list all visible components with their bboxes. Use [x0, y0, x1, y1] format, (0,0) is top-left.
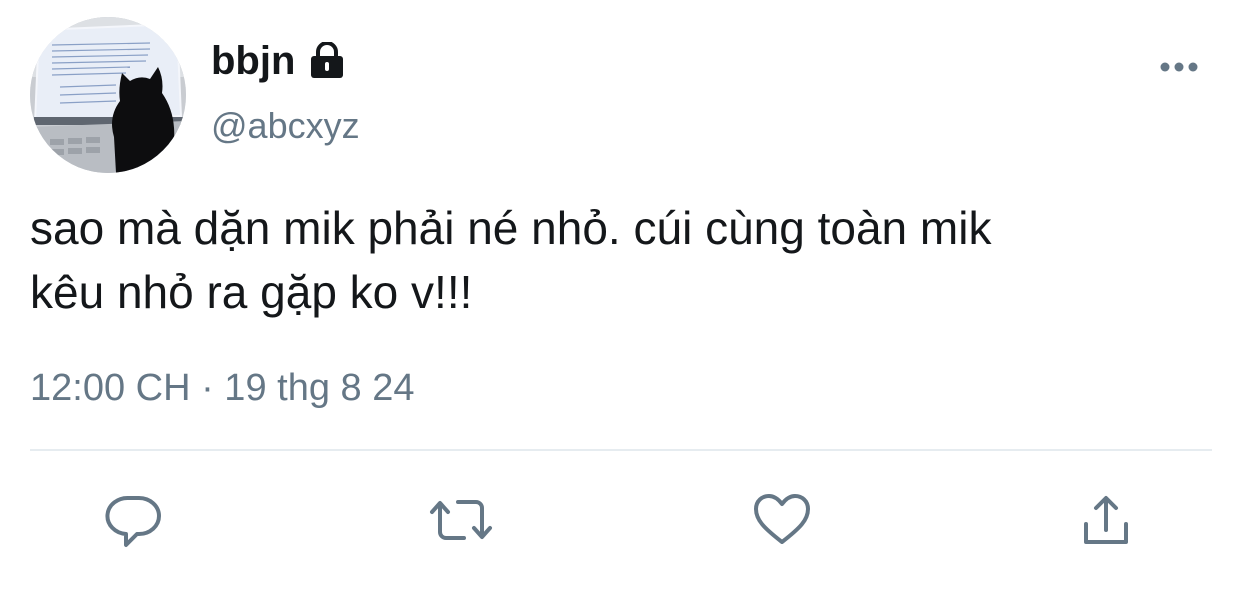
- divider: [30, 449, 1212, 451]
- reply-button[interactable]: [104, 490, 164, 550]
- tweet-text: sao mà dặn mik phải né nhỏ. cúi cùng toà…: [30, 202, 992, 318]
- avatar-cat-laptop-icon: [30, 17, 186, 173]
- display-name[interactable]: bbjn: [211, 38, 347, 84]
- lock-icon: [307, 41, 347, 80]
- reply-icon: [105, 495, 161, 547]
- retweet-button[interactable]: [426, 490, 492, 550]
- retweet-icon: [430, 500, 492, 540]
- share-icon: [1084, 496, 1128, 544]
- tweet-card: bbjn @abcxyz sao mà dặn mik phải né nhỏ.…: [0, 0, 1242, 594]
- user-handle[interactable]: @abcxyz: [211, 104, 360, 148]
- tweet-timestamp[interactable]: 12:00 CH · 19 thg 8 24: [30, 366, 414, 410]
- avatar[interactable]: [30, 17, 186, 173]
- more-icon[interactable]: [1158, 56, 1200, 78]
- like-button[interactable]: [752, 490, 812, 550]
- heart-icon: [754, 494, 810, 544]
- share-button[interactable]: [1076, 490, 1136, 550]
- display-name-text: bbjn: [211, 39, 296, 83]
